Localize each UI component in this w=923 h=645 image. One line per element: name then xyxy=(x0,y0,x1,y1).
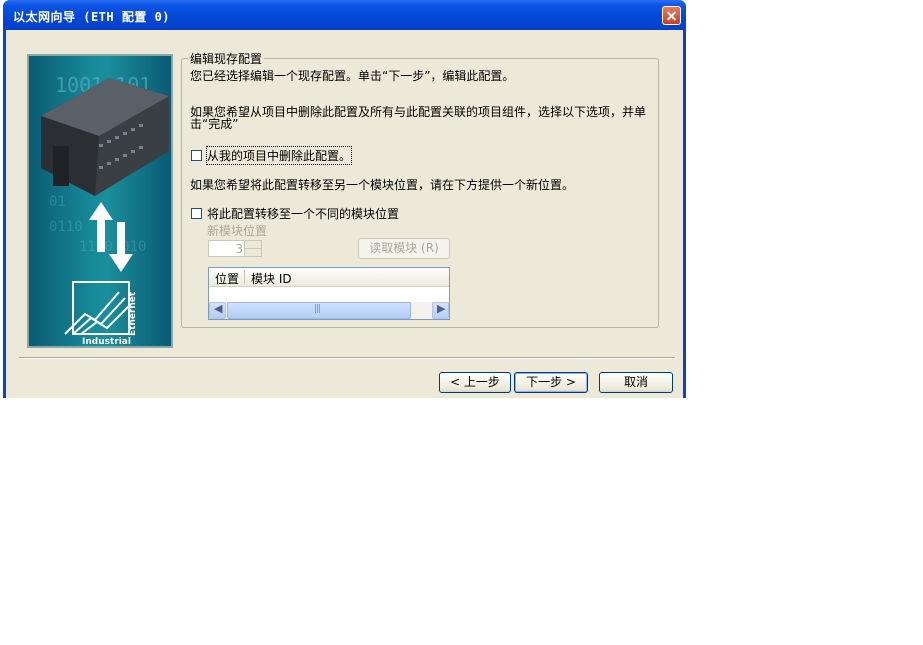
dialog-client-area: 1001 101 01 0110 1110 010 xyxy=(6,30,683,398)
module-list[interactable]: 位置 模块 ID ◀ ||| ▶ xyxy=(208,267,450,320)
next-button[interactable]: 下一步 > xyxy=(514,372,588,393)
move-hint-text: 如果您希望将此配置转移至另一个模块位置，请在下方提供一个新位置。 xyxy=(190,178,575,192)
delete-hint-line1: 如果您希望从项目中删除此配置及所有与此配置关联的项目组件，选择以下选项，并单 xyxy=(190,105,647,119)
new-position-spinner[interactable]: 3 xyxy=(208,240,262,257)
intro-text: 您已经选择编辑一个现存配置。单击“下一步”，编辑此配置。 xyxy=(190,69,515,83)
groupbox-legend: 编辑现存配置 xyxy=(188,50,265,67)
window-title: 以太网向导 (ETH 配置 0) xyxy=(13,10,171,24)
spinner-arrows-icon[interactable] xyxy=(244,241,261,256)
cancel-button[interactable]: 取消 xyxy=(599,372,673,393)
scroll-left-icon[interactable]: ◀ xyxy=(209,302,226,319)
svg-text:1110 010: 1110 010 xyxy=(79,239,146,255)
wizard-side-image: 1001 101 01 0110 1110 010 xyxy=(27,54,173,348)
module-list-header: 位置 模块 ID xyxy=(209,268,449,287)
delete-hint-line2: 击“完成” xyxy=(190,117,239,131)
footer-divider xyxy=(19,357,675,359)
dialog-window: 以太网向导 (ETH 配置 0) 1001 101 01 0110 1110 0… xyxy=(3,0,686,398)
move-config-checkbox[interactable] xyxy=(191,208,202,219)
svg-text:0110: 0110 xyxy=(49,219,83,235)
delete-config-checkbox[interactable] xyxy=(191,150,202,161)
scrollbar-thumb[interactable]: ||| xyxy=(227,302,411,319)
scroll-right-icon[interactable]: ▶ xyxy=(432,302,449,319)
horizontal-scrollbar[interactable]: ◀ ||| ▶ xyxy=(209,302,449,319)
industrial-logo-text: Industrial xyxy=(82,337,131,346)
move-config-label[interactable]: 将此配置转移至一个不同的模块位置 xyxy=(207,205,399,222)
plc-illustration: 1001 101 01 0110 1110 010 xyxy=(41,73,169,346)
delete-config-label[interactable]: 从我的项目中删除此配置。 xyxy=(205,146,353,165)
column-module-id[interactable]: 模块 ID xyxy=(251,270,292,287)
close-icon[interactable] xyxy=(662,6,681,25)
ethernet-logo-text: Ethernet xyxy=(128,291,138,336)
title-bar[interactable]: 以太网向导 (ETH 配置 0) xyxy=(3,0,686,30)
back-button[interactable]: < 上一步 xyxy=(439,372,511,393)
svg-text:01: 01 xyxy=(49,194,66,210)
new-position-label: 新模块位置 xyxy=(207,224,268,238)
new-position-value: 3 xyxy=(235,242,243,256)
read-module-button[interactable]: 读取模块 (R) xyxy=(358,238,450,259)
column-position[interactable]: 位置 xyxy=(215,270,239,287)
